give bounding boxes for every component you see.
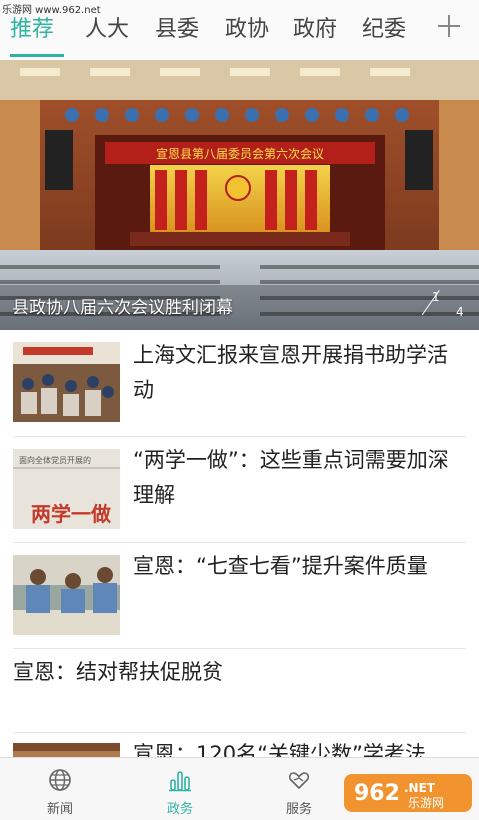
- nav-service[interactable]: 服务: [259, 758, 339, 820]
- news-item[interactable]: 上海文汇报来宣恩开展捐书助学活动: [0, 330, 479, 436]
- chart-bars-icon: [169, 771, 191, 792]
- thumb-caption: 面向全体党员开展的: [19, 455, 91, 465]
- svg-text:.NET: .NET: [404, 781, 436, 795]
- site-logo-watermark: 962 .NET 乐游网: [342, 770, 474, 816]
- news-item[interactable]: 面向全体党员开展的 两学一做 “两学一做”：这些重点词需要加深理解: [0, 437, 479, 542]
- active-tab-indicator: [10, 54, 64, 57]
- globe-icon: [49, 769, 71, 791]
- tab-zhengfu[interactable]: 政府: [293, 14, 337, 46]
- news-title[interactable]: 宣恩：结对帮扶促脱贫: [13, 655, 465, 690]
- news-item[interactable]: 宣恩：“七查七看”提升案件质量: [0, 543, 479, 648]
- news-thumbnail: [13, 342, 120, 422]
- banner-pager: 1 4: [421, 288, 470, 322]
- nav-government[interactable]: 政务: [140, 758, 220, 820]
- conference-hall-image: 宣恩县第八届委员会第六次会议: [0, 60, 479, 330]
- nav-government-label: 政务: [166, 802, 193, 817]
- news-item[interactable]: 宣恩：120名“关键少数”学考法: [0, 733, 479, 757]
- banner-slogan: 宣恩县第八届委员会第六次会议: [156, 146, 324, 161]
- plus-icon[interactable]: [435, 12, 463, 40]
- tab-recommend[interactable]: 推荐: [10, 14, 54, 46]
- news-thumbnail: [13, 743, 120, 757]
- heart-hands-icon: [288, 772, 310, 790]
- news-thumbnail: [13, 555, 120, 635]
- tab-renda[interactable]: 人大: [85, 14, 129, 46]
- pager-total: 4: [456, 305, 464, 319]
- nav-news-label: 新闻: [46, 802, 73, 817]
- tab-xianwei[interactable]: 县委: [155, 14, 199, 46]
- nav-service-label: 服务: [285, 802, 312, 817]
- thumb-big-text: 两学一做: [31, 502, 112, 526]
- svg-text:962: 962: [354, 781, 400, 806]
- news-title[interactable]: 宣恩：120名“关键少数”学考法: [133, 737, 465, 757]
- banner-caption[interactable]: 县政协八届六次会议胜利闭幕: [12, 293, 233, 318]
- headline-banner[interactable]: 宣恩县第八届委员会第六次会议: [0, 60, 479, 330]
- news-title[interactable]: 上海文汇报来宣恩开展捐书助学活动: [133, 338, 465, 408]
- news-title[interactable]: 宣恩：“七查七看”提升案件质量: [133, 549, 465, 584]
- tab-jiwei[interactable]: 纪委: [362, 14, 406, 46]
- news-thumbnail: 面向全体党员开展的 两学一做: [13, 449, 120, 529]
- svg-text:乐游网: 乐游网: [408, 796, 444, 810]
- watermark-text: 乐游网 www.962.net: [2, 5, 101, 16]
- nav-news[interactable]: 新闻: [20, 758, 100, 820]
- news-title[interactable]: “两学一做”：这些重点词需要加深理解: [133, 443, 465, 513]
- tab-zhengxie[interactable]: 政协: [225, 14, 269, 46]
- news-item[interactable]: 宣恩：结对帮扶促脱贫: [0, 649, 479, 744]
